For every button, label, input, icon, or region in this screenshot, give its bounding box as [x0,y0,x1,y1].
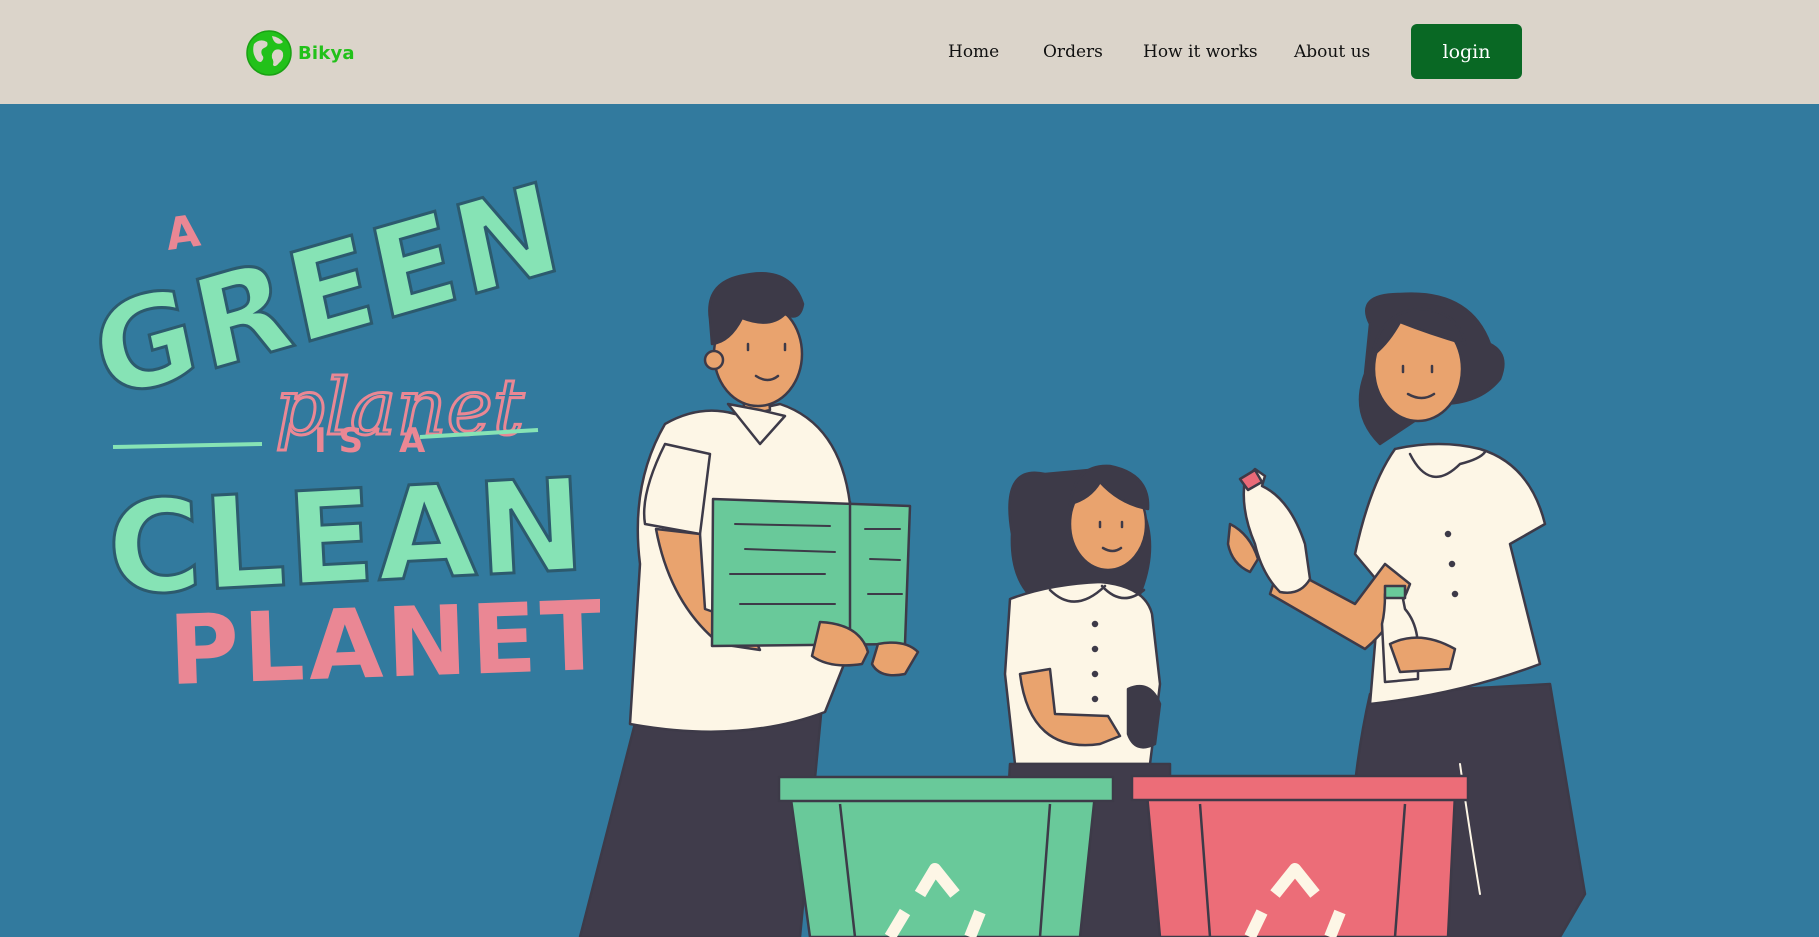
red-recycle-bin [1130,774,1470,937]
lettering-planet: PLANET [167,580,600,707]
nav-item-orders[interactable]: Orders [1043,42,1103,62]
nav-item-home[interactable]: Home [948,42,999,62]
slogan-lettering: A GREEN planet IS A CLEAN PLANET [80,154,600,707]
navbar: Bikya Home Orders How it works About us … [0,0,1819,104]
globe-icon [246,30,292,76]
lettering-a: A [162,206,203,261]
lettering-is-a: IS A [314,421,437,461]
nav-item-how-it-works[interactable]: How it works [1143,42,1258,62]
nav-item-about-us[interactable]: About us [1294,42,1370,62]
hero-banner: A GREEN planet IS A CLEAN PLANET [0,104,1819,937]
brand-name: Bikya [298,42,355,64]
login-button[interactable]: login [1411,24,1522,79]
brand-logo[interactable]: Bikya [244,28,355,78]
green-recycle-bin [777,775,1115,937]
